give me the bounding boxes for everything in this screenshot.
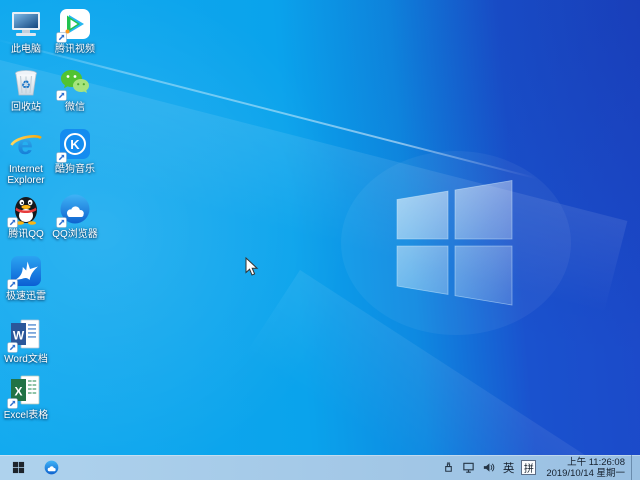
desktop-icon-label: 极速迅雷: [6, 291, 46, 302]
desktop-icon-label: 微信: [65, 102, 85, 113]
desktop-icon-kugou-music[interactable]: K 酷狗音乐: [48, 126, 102, 175]
desktop-icon-label: Word文档: [4, 354, 48, 365]
shortcut-arrow-icon: [56, 217, 67, 228]
internet-explorer-icon: e: [8, 126, 44, 162]
shortcut-arrow-icon: [56, 152, 67, 163]
desktop-icon-label: 回收站: [11, 102, 41, 113]
desktop-icon-label: 酷狗音乐: [55, 164, 95, 175]
desktop-icon-label: QQ浏览器: [52, 229, 98, 240]
usb-icon[interactable]: [442, 461, 456, 475]
desktop-icon-label: Internet Explorer: [0, 164, 53, 186]
clock-date: 2019/10/14 星期一: [546, 468, 625, 479]
tencent-video-icon: [57, 6, 93, 42]
taskbar-clock[interactable]: 上午 11:26:08 2019/10/14 星期一: [542, 457, 625, 479]
desktop-icon-thunder[interactable]: 极速迅雷: [0, 253, 53, 302]
windows-start-icon: [12, 461, 25, 474]
desktop-icon-tencent-video[interactable]: 腾讯视频: [48, 6, 102, 55]
tencent-qq-icon: [8, 191, 44, 227]
desktop-icon-word-doc[interactable]: W Word文档: [0, 316, 53, 365]
svg-text:e: e: [17, 129, 33, 160]
desktop-icon-internet-explorer[interactable]: e Internet Explorer: [0, 126, 53, 186]
shortcut-arrow-icon: [7, 398, 18, 409]
shortcut-arrow-icon: [56, 90, 67, 101]
desktop-icon-excel-sheet[interactable]: X Excel表格: [0, 372, 53, 421]
wallpaper-light-ray-lower: [207, 270, 640, 480]
ime-language-indicator[interactable]: 英: [502, 460, 516, 476]
shortcut-arrow-icon: [56, 32, 67, 43]
shortcut-arrow-icon: [7, 279, 18, 290]
desktop-icon-label: Excel表格: [4, 410, 48, 421]
desktop-icon-recycle-bin[interactable]: ♻ 回收站: [0, 64, 53, 113]
shortcut-arrow-icon: [7, 342, 18, 353]
svg-text:K: K: [70, 137, 80, 152]
clock-time: 上午 11:26:08: [546, 457, 625, 468]
ime-mode-icon[interactable]: 拼: [521, 460, 536, 475]
taskbar-app-qq-browser[interactable]: [36, 455, 66, 480]
desktop-icon-this-pc[interactable]: 此电脑: [0, 6, 53, 55]
word-doc-icon: W: [8, 316, 44, 352]
excel-sheet-icon: X: [8, 372, 44, 408]
desktop-icon-label: 腾讯QQ: [8, 229, 44, 240]
thunder-icon: [8, 253, 44, 289]
desktop-icon-label: 腾讯视频: [55, 44, 95, 55]
svg-text:♻: ♻: [21, 79, 31, 92]
this-pc-icon: [8, 6, 44, 42]
system-tray: 英 拼 上午 11:26:08 2019/10/14 星期一: [442, 455, 640, 480]
mouse-cursor: [245, 257, 259, 277]
wechat-icon: [57, 64, 93, 100]
network-icon[interactable]: [462, 461, 476, 475]
shortcut-arrow-icon: [7, 217, 18, 228]
taskbar-pinned-apps: [36, 455, 66, 480]
desktop-icon-wechat[interactable]: 微信: [48, 64, 102, 113]
desktop-icon-tencent-qq[interactable]: 腾讯QQ: [0, 191, 53, 240]
desktop-icon-qq-browser[interactable]: QQ浏览器: [48, 191, 102, 240]
volume-icon[interactable]: [482, 461, 496, 475]
svg-text:X: X: [14, 385, 22, 399]
desktop-icon-label: 此电脑: [11, 44, 41, 55]
svg-text:W: W: [13, 329, 25, 343]
recycle-bin-icon: ♻: [8, 64, 44, 100]
start-button[interactable]: [0, 455, 36, 480]
taskbar: 英 拼 上午 11:26:08 2019/10/14 星期一: [0, 455, 640, 480]
desktop: 此电脑 腾讯视频 ♻ 回收站 微信 e Internet Explorer K 酷狗音乐腾讯QQ…: [0, 0, 640, 480]
kugou-music-icon: K: [57, 126, 93, 162]
show-desktop-button[interactable]: [631, 455, 637, 480]
qq-browser-icon: [57, 191, 93, 227]
